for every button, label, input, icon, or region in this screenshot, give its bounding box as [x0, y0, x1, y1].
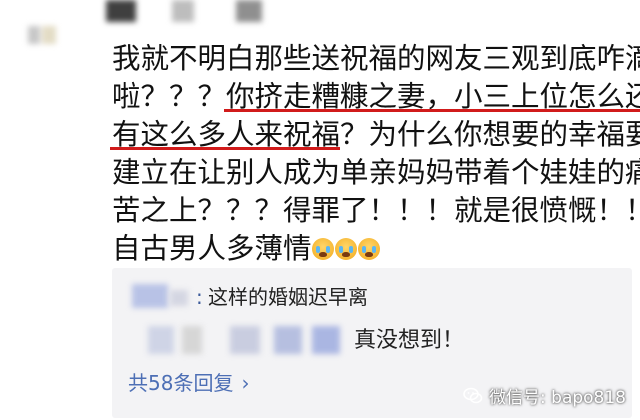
comment-text: 建立在让别人成为单亲妈妈带着个娃娃的痛 [112, 156, 640, 189]
reply-count-label: 共58条回复 [128, 371, 234, 395]
blurred-reply-username [274, 326, 302, 354]
comment-line: 啦？？？你挤走糟糠之妻，小三上位怎么还 [112, 78, 640, 116]
view-all-replies-link[interactable]: 共58条回复 › [128, 368, 249, 398]
comment-body: 我就不明白那些送祝福的网友三观到底咋滴 啦？？？你挤走糟糠之妻，小三上位怎么还 有这… [112, 40, 640, 268]
watermark-text: 微信号: bapo818 [489, 388, 626, 408]
chevron-right-icon: › [241, 371, 250, 395]
comment-text: ？为什么你想要的幸福要 [340, 118, 640, 151]
highlighted-text: 你挤走糟糠之妻，小三上位怎么还 [226, 80, 640, 113]
comment-text: 我就不明白那些送祝福的网友三观到底咋滴 [112, 42, 640, 75]
blurred-reply-username [182, 326, 202, 354]
reply-colon: : [196, 285, 203, 309]
comment-text: 啦？？？ [112, 80, 227, 113]
blurred-reply-username [230, 326, 260, 354]
crying-face-icon [334, 238, 357, 260]
wechat-icon [463, 387, 483, 403]
reply-item[interactable]: : 这样的婚姻迟早离 [126, 282, 606, 312]
reply-text: 真没想到！ [354, 328, 465, 353]
blurred-reply-username [170, 290, 188, 306]
wechat-watermark: 微信号: bapo818 [463, 383, 626, 408]
crying-face-icon [357, 238, 380, 260]
comment-line: 自古男人多薄情 [112, 230, 627, 268]
blurred-reply-username [132, 284, 168, 308]
blurred-avatar [28, 26, 58, 44]
blurred-reply-username [148, 326, 174, 354]
blurred-reply-username [312, 326, 340, 354]
crying-face-icon [311, 238, 334, 260]
reply-text: 这样的婚姻迟早离 [208, 285, 368, 309]
comment-line: 有这么多人来祝福？为什么你想要的幸福要 [112, 116, 640, 154]
comment-text: 苦之上？？？得罪了！！！就是很愤慨！！ [112, 194, 640, 227]
comment-line: 苦之上？？？得罪了！！！就是很愤慨！！ [112, 192, 640, 230]
comment-text: 自古男人多薄情 [112, 232, 312, 265]
reply-item[interactable]: 真没想到！ [126, 324, 606, 358]
comment-line: 我就不明白那些送祝福的网友三观到底咋滴 [112, 40, 640, 78]
highlighted-text: 有这么多人来祝福 [112, 118, 341, 151]
comment-line: 建立在让别人成为单亲妈妈带着个娃娃的痛 [112, 154, 640, 192]
